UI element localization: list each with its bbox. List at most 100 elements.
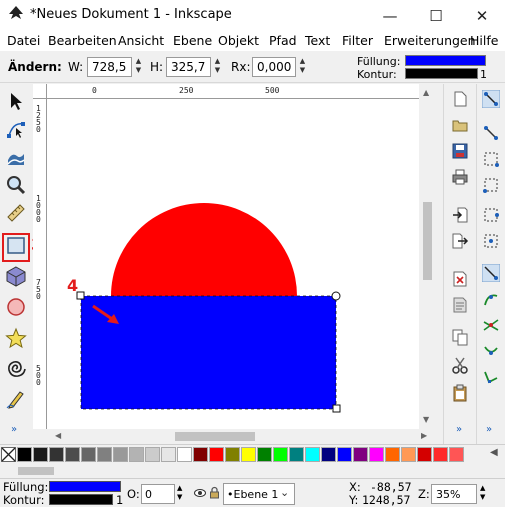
vertical-scroll-thumb[interactable] [423,202,432,280]
snap-bbox-midpoints-icon[interactable] [482,206,500,224]
scroll-left-arrow[interactable]: ◀ [55,431,61,440]
palette-scroll-thumb[interactable] [18,467,54,475]
snap-bbox-edges-icon[interactable] [482,150,500,168]
color-swatch[interactable] [417,447,432,462]
snap-smooth-nodes-icon[interactable] [482,368,500,386]
menu-hilfe[interactable]: Hilfe [470,33,498,48]
print-icon[interactable] [451,168,469,186]
color-swatch[interactable] [97,447,112,462]
pencil-icon[interactable] [5,388,27,410]
color-swatch[interactable] [193,447,208,462]
color-swatch[interactable] [49,447,64,462]
rx-input[interactable] [252,57,296,77]
vertical-scrollbar[interactable]: ▲ ▼ [419,84,436,429]
menu-ebene[interactable]: Ebene [173,33,212,48]
maximize-button[interactable]: ☐ [413,0,459,31]
width-spin-arrows[interactable]: ▲ ▼ [133,57,144,77]
open-folder-icon[interactable] [451,116,469,134]
palette-menu-arrow[interactable]: ◀ [490,447,498,458]
height-input[interactable] [166,57,211,77]
color-swatch[interactable] [369,447,384,462]
blue-rectangle[interactable] [80,295,337,410]
new-document-icon[interactable] [451,90,469,108]
status-fill-swatch[interactable] [49,481,121,492]
save-icon[interactable] [451,142,469,160]
cut-icon[interactable] [451,356,469,374]
menu-erweiterungen[interactable]: Erweiterungen [384,33,476,48]
commands-more-button[interactable]: » [456,424,462,435]
snap-more-button[interactable]: » [486,424,492,435]
stroke-indicator-swatch[interactable] [405,68,478,79]
ellipse-icon[interactable] [5,296,27,318]
color-swatch[interactable] [257,447,272,462]
vertical-ruler[interactable]: 1250 1000 750 500 [33,99,47,429]
color-swatch[interactable] [33,447,48,462]
color-swatch[interactable] [385,447,400,462]
snap-intersections-icon[interactable] [482,316,500,334]
zoom-input[interactable] [431,484,477,504]
snap-paths-icon[interactable] [482,290,500,308]
3d-box-icon[interactable] [5,265,27,287]
color-swatch[interactable] [65,447,80,462]
opacity-spin-arrows[interactable]: ▲ ▼ [177,484,182,502]
color-swatch[interactable] [305,447,320,462]
palette-scrollbar[interactable] [0,464,505,478]
export-icon[interactable] [451,232,469,250]
menu-datei[interactable]: Datei [7,33,40,48]
menu-filter[interactable]: Filter [342,33,373,48]
snap-toggle-icon[interactable] [482,90,500,108]
star-icon[interactable] [5,327,27,349]
snap-nodes-icon[interactable] [482,264,500,282]
document-properties-icon[interactable] [451,296,469,314]
color-swatch[interactable] [241,447,256,462]
menu-ansicht[interactable]: Ansicht [118,33,164,48]
layer-visibility-eye-icon[interactable] [194,487,206,499]
menu-objekt[interactable]: Objekt [218,33,259,48]
horizontal-scrollbar[interactable]: ◀ ▶ [47,429,436,444]
toolbox-more-button[interactable]: » [11,424,17,435]
status-stroke-swatch[interactable] [49,494,113,505]
node-edit-icon[interactable] [5,118,27,140]
measure-icon[interactable] [5,202,27,224]
color-swatch[interactable] [177,447,192,462]
horizontal-scroll-thumb[interactable] [175,432,255,441]
spiral-icon[interactable] [5,358,27,380]
scroll-down-arrow[interactable]: ▼ [423,415,429,424]
snap-bbox-icon[interactable] [482,124,500,142]
snap-bbox-corners-icon[interactable] [482,176,500,194]
snap-cusp-nodes-icon[interactable] [482,342,500,360]
color-swatch[interactable] [273,447,288,462]
color-swatch[interactable] [225,447,240,462]
layer-dropdown[interactable]: •Ebene 1 ⌄ [223,483,295,505]
paste-icon[interactable] [451,384,469,402]
close-button[interactable]: ✕ [459,0,505,31]
opacity-input[interactable] [141,484,175,504]
color-swatch[interactable] [337,447,352,462]
color-swatch[interactable] [401,447,416,462]
color-swatch[interactable] [113,447,128,462]
color-swatch[interactable] [129,447,144,462]
fill-indicator-swatch[interactable] [405,55,486,66]
scroll-up-arrow[interactable]: ▲ [423,88,429,97]
minimize-button[interactable]: — [367,0,413,31]
drawing-canvas[interactable] [47,99,419,429]
rx-spin-arrows[interactable]: ▲ ▼ [297,57,308,77]
width-input[interactable] [87,57,132,77]
color-swatch[interactable] [145,447,160,462]
scroll-right-arrow[interactable]: ▶ [421,431,427,440]
menu-pfad[interactable]: Pfad [269,33,297,48]
color-swatch[interactable] [289,447,304,462]
color-swatch[interactable] [353,447,368,462]
copy-icon[interactable] [451,328,469,346]
menu-text[interactable]: Text [305,33,330,48]
rect-corner-handle-bottom-right[interactable] [332,404,341,413]
color-swatch[interactable] [17,447,32,462]
zoom-icon[interactable] [5,174,27,196]
color-swatch[interactable] [449,447,464,462]
import-icon[interactable] [451,206,469,224]
tweak-icon[interactable] [5,146,27,168]
layer-lock-icon[interactable] [209,486,220,499]
height-spin-arrows[interactable]: ▲ ▼ [212,57,223,77]
color-swatch[interactable] [321,447,336,462]
zoom-spin-arrows[interactable]: ▲ ▼ [480,484,485,502]
